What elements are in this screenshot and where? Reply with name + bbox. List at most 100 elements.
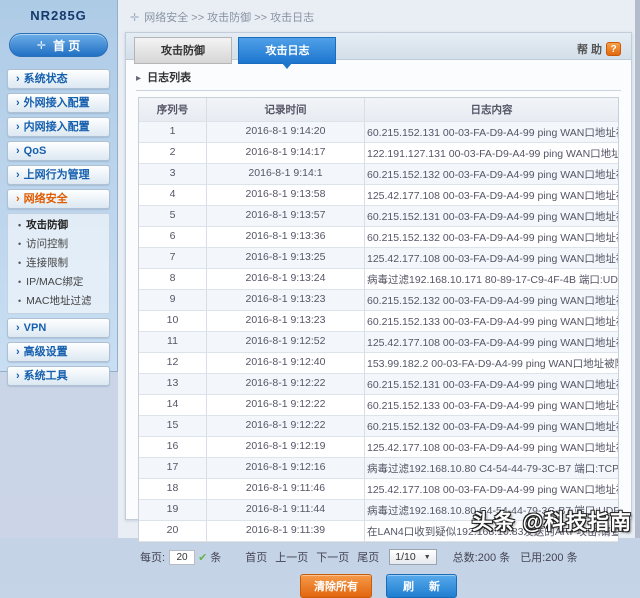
- cell-serial: 7: [139, 248, 207, 269]
- page-indicator: 1/10: [395, 551, 415, 563]
- cell-content: 125.42.177.108 00-03-FA-D9-A4-99 ping WA…: [365, 332, 618, 353]
- column-header-content: 日志内容: [365, 98, 618, 122]
- table-row: 2 2016-8-1 9:14:17 122.191.127.131 00-03…: [139, 143, 618, 164]
- cell-time: 2016-8-1 9:11:46: [207, 479, 365, 500]
- clear-all-button[interactable]: 清除所有: [300, 574, 372, 598]
- check-icon[interactable]: ✔: [198, 551, 207, 564]
- security-submenu: •攻击防御 •访问控制 •连接限制 •IP/MAC绑定 •MAC地址过滤: [7, 213, 110, 314]
- cell-serial: 8: [139, 269, 207, 290]
- cell-time: 2016-8-1 9:14:1: [207, 164, 365, 185]
- chevron-right-icon: ›: [16, 73, 20, 85]
- cell-content: 60.215.152.132 00-03-FA-D9-A4-99 ping WA…: [365, 227, 618, 248]
- chevron-right-icon: ›: [16, 145, 20, 157]
- cell-content: 122.191.127.131 00-03-FA-D9-A4-99 ping W…: [365, 143, 618, 164]
- page-select[interactable]: 1/10 ▼: [389, 549, 436, 565]
- sidebar-menu-item[interactable]: ›内网接入配置: [7, 117, 110, 137]
- tab-strip: 攻击防御 攻击日志 帮 助 ?: [126, 33, 631, 60]
- next-page-link[interactable]: 下一页: [316, 549, 349, 565]
- chevron-right-icon: ›: [16, 193, 20, 205]
- bullet-icon: •: [18, 220, 21, 230]
- chevron-down-icon: ▼: [424, 554, 431, 561]
- log-table: 序列号 记录时间 日志内容 1 2016-8-1 9:14:20 60.215.…: [138, 97, 619, 543]
- submenu-item[interactable]: •连接限制: [8, 254, 109, 273]
- cell-serial: 19: [139, 500, 207, 521]
- cell-content: 病毒过滤192.168.10.80 C4-54-44-79-3C-B7 端口:T…: [365, 458, 618, 479]
- table-row: 9 2016-8-1 9:13:23 60.215.152.132 00-03-…: [139, 290, 618, 311]
- submenu-item[interactable]: •IP/MAC绑定: [8, 273, 109, 292]
- column-header-time: 记录时间: [207, 98, 365, 122]
- sidebar-menu-item[interactable]: ›上网行为管理: [7, 165, 110, 185]
- cell-time: 2016-8-1 9:13:58: [207, 185, 365, 206]
- submenu-item[interactable]: •攻击防御: [8, 216, 109, 235]
- table-row: 8 2016-8-1 9:13:24 病毒过滤192.168.10.171 80…: [139, 269, 618, 290]
- bullet-icon: •: [18, 277, 21, 287]
- cell-content: 125.42.177.108 00-03-FA-D9-A4-99 ping WA…: [365, 185, 618, 206]
- used-count: 已用:200 条: [520, 549, 577, 565]
- cell-serial: 12: [139, 353, 207, 374]
- column-header-serial: 序列号: [139, 98, 207, 122]
- breadcrumb: ✛ 网络安全 >> 攻击防御 >> 攻击日志: [130, 9, 314, 25]
- cell-serial: 4: [139, 185, 207, 206]
- last-page-link[interactable]: 尾页: [357, 549, 379, 565]
- table-row: 18 2016-8-1 9:11:46 125.42.177.108 00-03…: [139, 479, 618, 500]
- cell-serial: 20: [139, 521, 207, 542]
- home-icon: ✛: [37, 39, 46, 52]
- home-label: 首 页: [53, 37, 80, 54]
- cell-serial: 3: [139, 164, 207, 185]
- first-page-link[interactable]: 首页: [245, 549, 267, 565]
- cell-time: 2016-8-1 9:13:24: [207, 269, 365, 290]
- sidebar-menu-item[interactable]: ›外网接入配置: [7, 93, 110, 113]
- sidebar-menu-item[interactable]: ›系统工具: [7, 366, 110, 386]
- cell-time: 2016-8-1 9:14:17: [207, 143, 365, 164]
- cell-content: 病毒过滤192.168.10.171 80-89-17-C9-4F-4B 端口:…: [365, 269, 618, 290]
- table-row: 1 2016-8-1 9:14:20 60.215.152.131 00-03-…: [139, 122, 618, 143]
- breadcrumb-icon: ✛: [130, 11, 139, 24]
- cell-serial: 11: [139, 332, 207, 353]
- cell-serial: 15: [139, 416, 207, 437]
- help-button[interactable]: 帮 助 ?: [577, 41, 621, 57]
- action-buttons: 清除所有 刷 新: [126, 574, 631, 598]
- submenu-item[interactable]: •MAC地址过滤: [8, 292, 109, 311]
- cell-content: 125.42.177.108 00-03-FA-D9-A4-99 ping WA…: [365, 248, 618, 269]
- table-body: 1 2016-8-1 9:14:20 60.215.152.131 00-03-…: [139, 122, 618, 542]
- sidebar-menu-item[interactable]: ›高级设置: [7, 342, 110, 362]
- per-page-input[interactable]: [169, 550, 195, 565]
- tab-attack-defense[interactable]: 攻击防御: [134, 37, 232, 64]
- cell-time: 2016-8-1 9:14:20: [207, 122, 365, 143]
- divider: [136, 90, 621, 91]
- cell-time: 2016-8-1 9:13:25: [207, 248, 365, 269]
- sidebar-menu-item[interactable]: ›VPN: [7, 318, 110, 338]
- sidebar-menu-item-security[interactable]: ›网络安全: [7, 189, 110, 209]
- prev-page-link[interactable]: 上一页: [275, 549, 308, 565]
- sidebar-menu-item[interactable]: ›系统状态: [7, 69, 110, 89]
- pagination-bar: 每页: ✔ 条 首页 上一页 下一页 尾页 1/10 ▼ 总数:200 条 已用…: [140, 549, 631, 565]
- per-page-unit: 条: [210, 549, 221, 565]
- section-title: ▸ 日志列表: [136, 69, 631, 85]
- device-title: NR285G: [0, 8, 117, 23]
- cell-content: 125.42.177.108 00-03-FA-D9-A4-99 ping WA…: [365, 437, 618, 458]
- submenu-item[interactable]: •访问控制: [8, 235, 109, 254]
- refresh-button[interactable]: 刷 新: [386, 574, 457, 598]
- cell-content: 125.42.177.108 00-03-FA-D9-A4-99 ping WA…: [365, 479, 618, 500]
- cell-time: 2016-8-1 9:13:23: [207, 290, 365, 311]
- cell-serial: 18: [139, 479, 207, 500]
- cell-content: 60.215.152.132 00-03-FA-D9-A4-99 ping WA…: [365, 416, 618, 437]
- cell-serial: 1: [139, 122, 207, 143]
- chevron-right-icon: ›: [16, 169, 20, 181]
- home-button[interactable]: ✛ 首 页: [9, 33, 108, 57]
- tab-attack-log[interactable]: 攻击日志: [238, 37, 336, 64]
- cell-time: 2016-8-1 9:13:57: [207, 206, 365, 227]
- chevron-right-icon: ›: [16, 97, 20, 109]
- cell-content: 60.215.152.131 00-03-FA-D9-A4-99 ping WA…: [365, 122, 618, 143]
- cell-serial: 9: [139, 290, 207, 311]
- sidebar-menu-item[interactable]: ›QoS: [7, 141, 110, 161]
- table-row: 4 2016-8-1 9:13:58 125.42.177.108 00-03-…: [139, 185, 618, 206]
- window-edge: [635, 0, 640, 538]
- cell-time: 2016-8-1 9:12:22: [207, 416, 365, 437]
- table-row: 5 2016-8-1 9:13:57 60.215.152.131 00-03-…: [139, 206, 618, 227]
- cell-serial: 17: [139, 458, 207, 479]
- cell-content: 60.215.152.131 00-03-FA-D9-A4-99 ping WA…: [365, 206, 618, 227]
- cell-serial: 16: [139, 437, 207, 458]
- per-page-label: 每页:: [140, 549, 165, 565]
- chevron-right-icon: ›: [16, 322, 20, 334]
